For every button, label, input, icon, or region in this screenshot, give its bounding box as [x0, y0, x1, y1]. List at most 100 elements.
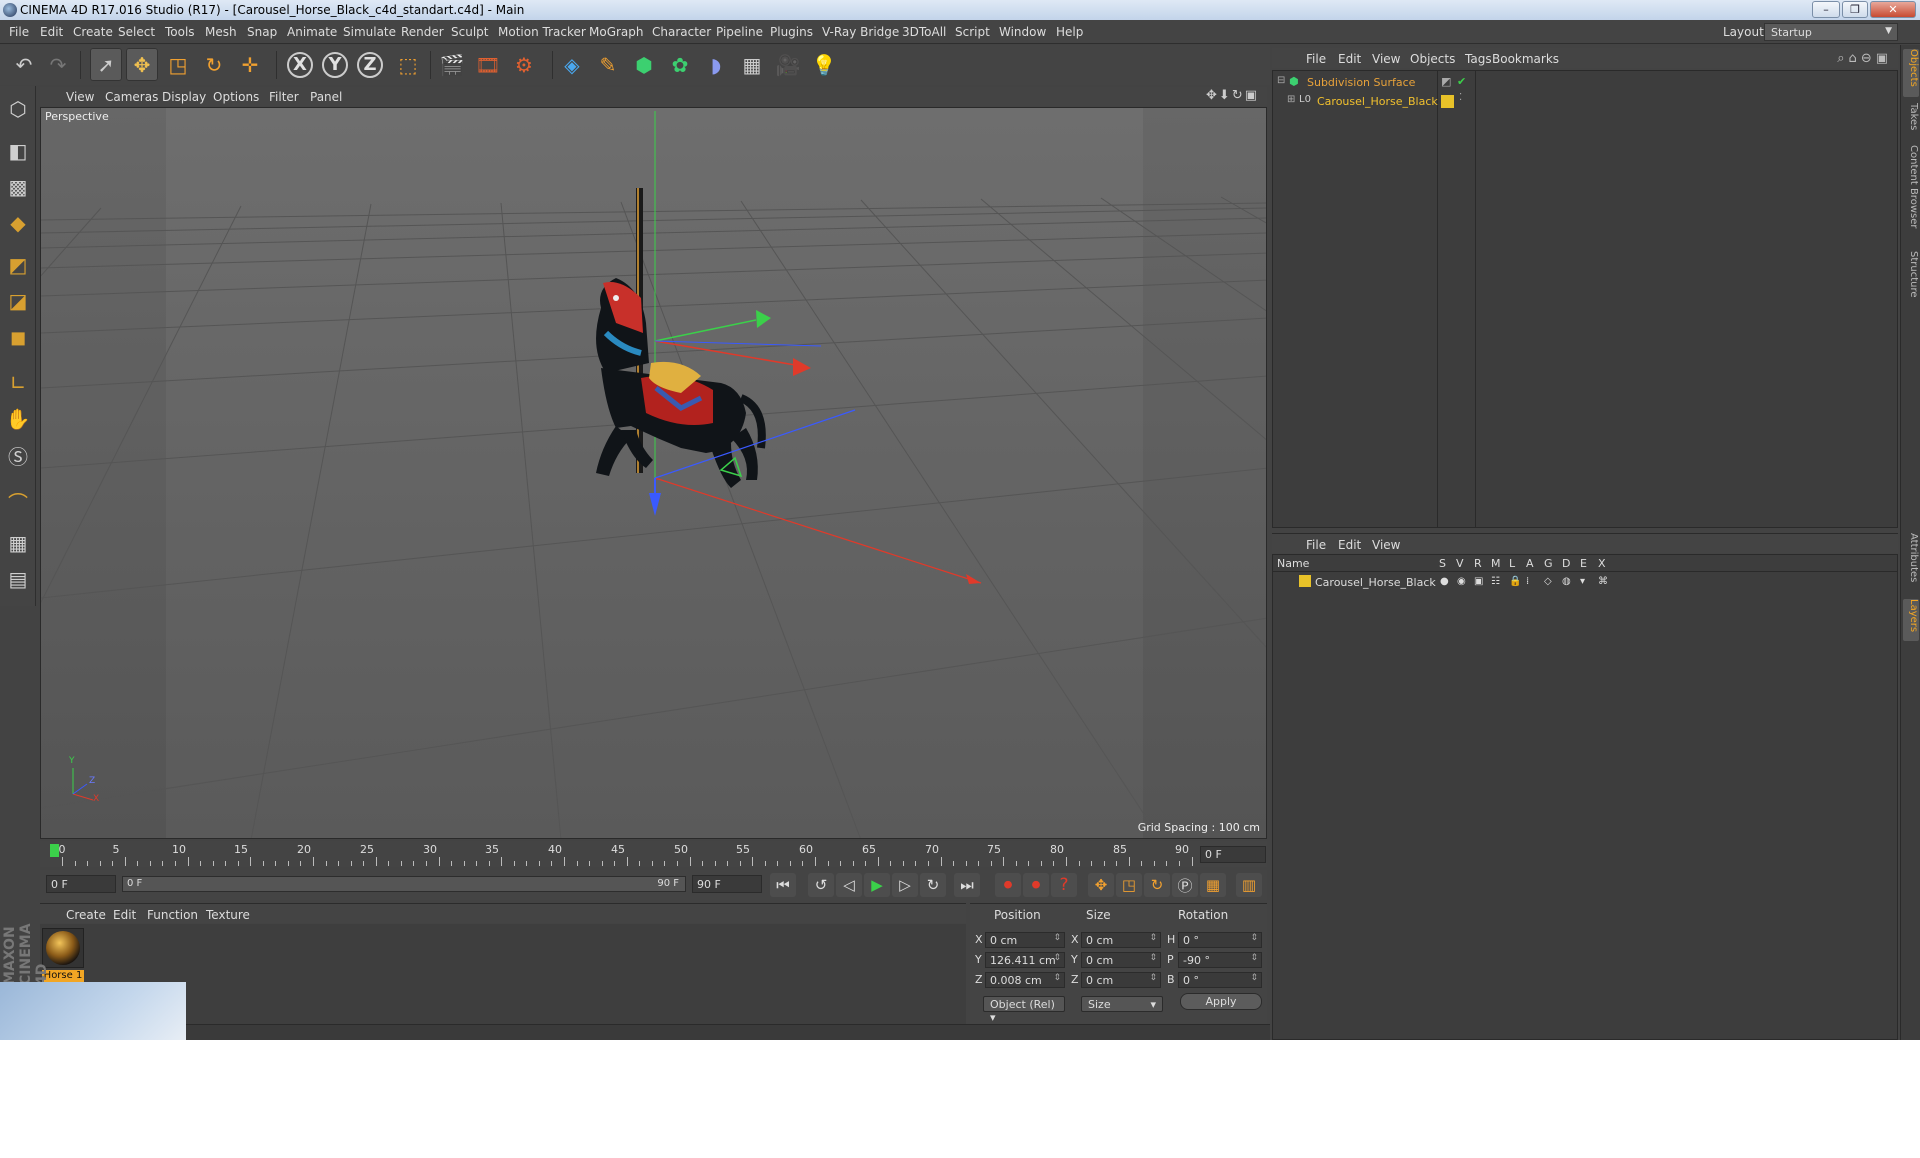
coordinate-system-icon[interactable]: ⬚	[392, 48, 424, 81]
material-menu-function[interactable]: Function	[147, 908, 198, 922]
layer-expression-icon[interactable]: ▾	[1580, 576, 1585, 587]
menu-window[interactable]: Window	[999, 25, 1046, 39]
expand-icon[interactable]: ⊞	[1287, 94, 1295, 105]
layer-column-view[interactable]: V	[1456, 557, 1464, 570]
menu-vray-bridge[interactable]: V-Ray Bridge	[822, 25, 899, 39]
layer-column-xref[interactable]: X	[1598, 557, 1606, 570]
position-z-field[interactable]: 0.008 cm ⇕	[985, 972, 1065, 988]
layer-animation-icon[interactable]: ⁞	[1526, 576, 1529, 587]
record-active-objects-icon[interactable]: ⏺	[995, 873, 1021, 897]
menu-pipeline[interactable]: Pipeline	[716, 25, 763, 39]
object-row-carousel-horse[interactable]: ⊞ L0 Carousel_Horse_Black ⁚	[1273, 92, 1897, 111]
floor-environment-icon[interactable]: ▦	[736, 48, 768, 81]
menu-script[interactable]: Script	[955, 25, 990, 39]
viewport-menu-options[interactable]: Options	[213, 90, 259, 104]
layer-column-locked[interactable]: L	[1509, 557, 1515, 570]
object-menu-bookmarks[interactable]: Bookmarks	[1492, 52, 1559, 66]
layer-column-render[interactable]: R	[1474, 557, 1482, 570]
tab-content-browser[interactable]: Content Browser	[1903, 145, 1919, 245]
menu-plugins[interactable]: Plugins	[770, 25, 813, 39]
size-y-field[interactable]: 0 cm ⇕	[1081, 952, 1161, 968]
coordinate-mode-dropdown[interactable]: Object (Rel) ▾	[983, 996, 1065, 1024]
apply-button[interactable]: Apply	[1180, 993, 1262, 1010]
material-menu-create[interactable]: Create	[66, 908, 106, 922]
layer-column-solo[interactable]: S	[1439, 557, 1446, 570]
make-editable-icon[interactable]: ⬡	[3, 94, 33, 124]
last-used-tool-icon[interactable]: ✛	[234, 48, 266, 81]
workplane-mode-icon[interactable]: ◆	[3, 208, 33, 238]
next-key-icon[interactable]: ↻	[920, 873, 946, 897]
menu-file[interactable]: File	[9, 25, 29, 39]
object-menu-edit[interactable]: Edit	[1338, 52, 1361, 66]
scale-tool-icon[interactable]: ◳	[162, 48, 194, 81]
texture-mode-icon[interactable]: ▩	[3, 172, 33, 202]
previous-frame-icon[interactable]: ◁	[836, 873, 862, 897]
y-axis-lock-icon[interactable]: Y	[319, 48, 351, 81]
menu-help[interactable]: Help	[1056, 25, 1083, 39]
autokeying-icon[interactable]: ⏺	[1023, 873, 1049, 897]
previous-key-icon[interactable]: ↺	[808, 873, 834, 897]
viewport-navigation-icons[interactable]: ✥⬇↻▣	[1206, 88, 1259, 103]
layer-color-tag[interactable]	[1441, 95, 1454, 108]
position-y-field[interactable]: 126.411 cm ⇕	[985, 952, 1065, 968]
enabled-check-icon[interactable]: ✔	[1457, 75, 1466, 88]
render-to-picture-viewer-icon[interactable]: 🎞	[472, 48, 504, 81]
collapse-icon[interactable]: ⊟	[1277, 75, 1285, 86]
rotation-p-field[interactable]: -90 ° ⇕	[1178, 952, 1262, 968]
menu-3dtoall[interactable]: 3DToAll	[902, 25, 946, 39]
viewport-menu-panel[interactable]: Panel	[310, 90, 342, 104]
object-menu-file[interactable]: File	[1306, 52, 1326, 66]
rotation-h-field[interactable]: 0 ° ⇕	[1178, 932, 1262, 948]
layer-lock-icon[interactable]: 🔒	[1509, 576, 1521, 587]
camera-icon[interactable]: 🎥	[772, 48, 804, 81]
tab-structure[interactable]: Structure	[1903, 251, 1919, 305]
menu-create[interactable]: Create	[73, 25, 113, 39]
menu-select[interactable]: Select	[118, 25, 155, 39]
object-menu-view[interactable]: View	[1372, 52, 1400, 66]
material-preview[interactable]	[42, 928, 84, 968]
menu-motion-tracker[interactable]: Motion Tracker	[498, 25, 586, 39]
render-view-icon[interactable]: 🎬	[436, 48, 468, 81]
record-scale-icon[interactable]: ◳	[1116, 873, 1142, 897]
maximize-button[interactable]: ❐	[1842, 1, 1868, 18]
keyframe-selection-icon[interactable]: ?	[1051, 873, 1077, 897]
object-manager-tool-icons[interactable]: ⌕⌂⊖▣	[1837, 51, 1892, 66]
menu-mograph[interactable]: MoGraph	[589, 25, 644, 39]
menu-snap[interactable]: Snap	[247, 25, 277, 39]
x-axis-lock-icon[interactable]: X	[284, 48, 316, 81]
menu-sculpt[interactable]: Sculpt	[451, 25, 488, 39]
light-icon[interactable]: 💡	[808, 48, 840, 81]
axis-mode-icon[interactable]: ∟	[3, 368, 33, 398]
tab-takes[interactable]: Takes	[1903, 103, 1919, 137]
render-settings-icon[interactable]: ⚙	[508, 48, 540, 81]
timeline-playhead[interactable]	[50, 844, 59, 857]
viewport-menu-cameras[interactable]: Cameras	[105, 90, 158, 104]
layer-view-icon[interactable]: ◉	[1457, 576, 1466, 587]
workplane-lock-icon[interactable]: ▦	[3, 528, 33, 558]
go-to-start-icon[interactable]: ⏮	[770, 873, 796, 897]
layer-color-swatch[interactable]	[1299, 575, 1311, 587]
polygons-mode-icon[interactable]: ◼	[3, 322, 33, 352]
redo-icon[interactable]: ↷	[42, 48, 74, 81]
viewport-menu-view[interactable]: View	[66, 90, 94, 104]
workplane-grid-icon[interactable]: ▤	[3, 564, 33, 594]
next-frame-icon[interactable]: ▷	[892, 873, 918, 897]
current-frame-field[interactable]: 0 F	[1200, 846, 1266, 863]
edit-render-toggle-icon[interactable]: ◩	[1441, 75, 1451, 88]
visibility-dots-icon[interactable]: ⁚	[1459, 92, 1462, 103]
layer-column-deformers[interactable]: D	[1562, 557, 1570, 570]
minimize-button[interactable]: –	[1812, 1, 1840, 18]
layer-column-animation[interactable]: A	[1526, 557, 1534, 570]
menu-animate[interactable]: Animate	[287, 25, 337, 39]
snapping-icon[interactable]: Ⓢ	[3, 440, 33, 470]
cube-primitive-icon[interactable]: ◈	[556, 48, 588, 81]
material-menu-edit[interactable]: Edit	[113, 908, 136, 922]
menu-edit[interactable]: Edit	[40, 25, 63, 39]
record-position-icon[interactable]: ✥	[1088, 873, 1114, 897]
menu-mesh[interactable]: Mesh	[205, 25, 237, 39]
layer-deformer-icon[interactable]: ◍	[1562, 576, 1571, 587]
menu-character[interactable]: Character	[652, 25, 711, 39]
move-tool-icon[interactable]: ✥	[126, 48, 158, 81]
size-z-field[interactable]: 0 cm ⇕	[1081, 972, 1161, 988]
layer-menu-edit[interactable]: Edit	[1338, 538, 1361, 552]
